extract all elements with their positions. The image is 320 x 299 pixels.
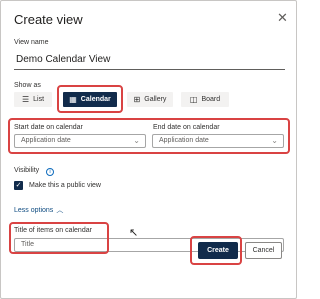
- show-as-board-label: Board: [201, 96, 221, 103]
- chevron-up-icon: ︿: [56, 207, 64, 214]
- create-button-highlight: [190, 236, 242, 265]
- show-as-gallery-label: Gallery: [144, 96, 167, 103]
- cancel-button[interactable]: Cancel: [245, 242, 282, 259]
- list-icon: ☰: [21, 94, 30, 104]
- dialog-title: Create view: [14, 12, 83, 27]
- create-view-dialog: Create view ✕ View name Demo Calendar Vi…: [0, 0, 297, 299]
- board-icon: ◫: [189, 94, 198, 104]
- show-as-board-button[interactable]: ◫ Board: [181, 92, 229, 107]
- title-field-highlight: [9, 222, 109, 254]
- date-fields-highlight: [8, 118, 290, 154]
- gallery-icon: ⊞: [133, 94, 141, 104]
- show-as-list-button[interactable]: ☰ List: [14, 92, 52, 107]
- calendar-highlight: [57, 85, 123, 113]
- show-as-gallery-button[interactable]: ⊞ Gallery: [127, 92, 173, 107]
- view-name-value: Demo Calendar View: [16, 54, 111, 65]
- view-name-input[interactable]: Demo Calendar View: [14, 50, 285, 70]
- public-view-label: Make this a public view: [29, 182, 101, 189]
- show-as-label: Show as: [14, 82, 41, 89]
- visibility-label: Visibility: [14, 167, 40, 174]
- mouse-cursor-icon: ↖: [129, 227, 139, 239]
- close-icon[interactable]: ✕: [277, 11, 288, 24]
- show-as-list-label: List: [33, 96, 45, 103]
- view-name-label: View name: [14, 39, 49, 46]
- info-icon[interactable]: i: [46, 168, 54, 176]
- less-options-label: Less options: [14, 207, 54, 214]
- public-view-checkbox[interactable]: ✓: [14, 181, 23, 190]
- less-options-link[interactable]: Less options ︿: [14, 205, 63, 215]
